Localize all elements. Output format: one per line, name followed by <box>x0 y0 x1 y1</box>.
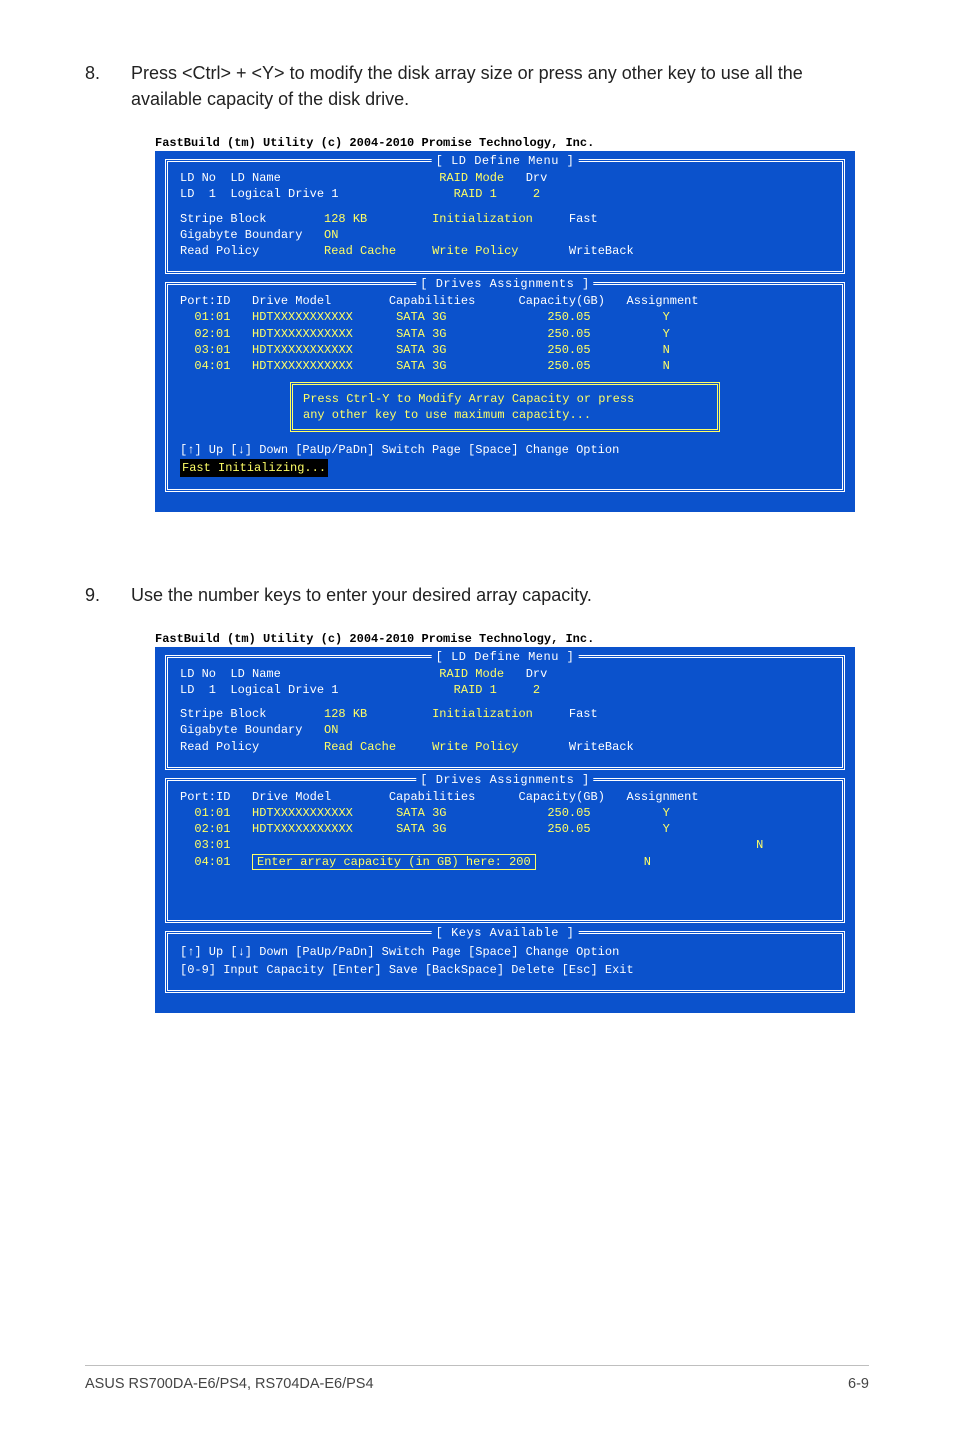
keys-box: Keys Available [↑] Up [↓] Down [PaUp/PaD… <box>165 931 845 993</box>
bios-block-9: FastBuild (tm) Utility (c) 2004-2010 Pro… <box>85 632 869 1013</box>
drive-row: 03:01 HDTXXXXXXXXXXX SATA 3G 250.05 N <box>180 342 830 358</box>
step-number: 8. <box>85 60 103 112</box>
gigabyte-boundary-row: Gigabyte Boundary ON <box>180 722 830 738</box>
drive-row: 01:01 HDTXXXXXXXXXXX SATA 3G 250.05 Y <box>180 309 830 325</box>
ld-define-box: LD Define Menu LD No LD Name RAID Mode D… <box>165 159 845 274</box>
status-initializing: Fast Initializing... <box>180 459 328 477</box>
modal-line2: any other key to use maximum capacity... <box>303 407 707 423</box>
instruction-step-8: 8. Press <Ctrl> + <Y> to modify the disk… <box>85 60 869 112</box>
box-title-define: LD Define Menu <box>432 153 579 169</box>
drive-row: 02:01 HDTXXXXXXXXXXX SATA 3G 250.05 Y <box>180 821 830 837</box>
ld-header-row: LD No LD Name RAID Mode Drv <box>180 170 830 186</box>
keys-line-2: [0-9] Input Capacity [Enter] Save [BackS… <box>180 962 830 978</box>
box-title-drives: Drives Assignments <box>416 276 593 292</box>
drives-header: Port:ID Drive Model Capabilities Capacit… <box>180 789 830 805</box>
bios-screen: LD Define Menu LD No LD Name RAID Mode D… <box>155 151 855 512</box>
footer-left: ASUS RS700DA-E6/PS4, RS704DA-E6/PS4 <box>85 1376 374 1392</box>
drive-row: 03:01 N <box>180 837 830 853</box>
footer-page: 6-9 <box>848 1376 869 1392</box>
keys-line: [↑] Up [↓] Down [PaUp/PaDn] Switch Page … <box>180 442 830 458</box>
ld-header-row: LD No LD Name RAID Mode Drv <box>180 666 830 682</box>
stripe-block-row: Stripe Block 128 KB Initialization Fast <box>180 211 830 227</box>
bios-block-8: FastBuild (tm) Utility (c) 2004-2010 Pro… <box>85 136 869 512</box>
bios-screen: LD Define Menu LD No LD Name RAID Mode D… <box>155 647 855 1013</box>
step-text: Press <Ctrl> + <Y> to modify the disk ar… <box>131 60 869 112</box>
box-title-drives: Drives Assignments <box>416 772 593 788</box>
page-footer: ASUS RS700DA-E6/PS4, RS704DA-E6/PS4 6-9 <box>85 1365 869 1392</box>
ld-row-1: LD 1 Logical Drive 1 RAID 1 2 <box>180 186 830 202</box>
box-title-define: LD Define Menu <box>432 649 579 665</box>
ld-define-box: LD Define Menu LD No LD Name RAID Mode D… <box>165 655 845 770</box>
read-policy-row: Read Policy Read Cache Write Policy Writ… <box>180 243 830 259</box>
modal-line1: Press Ctrl-Y to Modify Array Capacity or… <box>303 391 707 407</box>
bios-title: FastBuild (tm) Utility (c) 2004-2010 Pro… <box>155 136 869 150</box>
drive-row: 04:01 Enter array capacity (in GB) here:… <box>180 854 830 870</box>
drives-box: Drives Assignments Port:ID Drive Model C… <box>165 282 845 492</box>
capacity-input[interactable]: Enter array capacity (in GB) here: 200 <box>252 854 536 870</box>
read-policy-row: Read Policy Read Cache Write Policy Writ… <box>180 739 830 755</box>
step-text: Use the number keys to enter your desire… <box>131 582 869 608</box>
instruction-step-9: 9. Use the number keys to enter your des… <box>85 582 869 608</box>
drives-header: Port:ID Drive Model Capabilities Capacit… <box>180 293 830 309</box>
box-title-keys: Keys Available <box>432 925 579 941</box>
drive-row: 01:01 HDTXXXXXXXXXXX SATA 3G 250.05 Y <box>180 805 830 821</box>
ld-row-1: LD 1 Logical Drive 1 RAID 1 2 <box>180 682 830 698</box>
drive-row: 04:01 HDTXXXXXXXXXXX SATA 3G 250.05 N <box>180 358 830 374</box>
gigabyte-boundary-row: Gigabyte Boundary ON <box>180 227 830 243</box>
confirm-modal[interactable]: Press Ctrl-Y to Modify Array Capacity or… <box>290 382 720 432</box>
drives-box: Drives Assignments Port:ID Drive Model C… <box>165 778 845 923</box>
drive-row: 02:01 HDTXXXXXXXXXXX SATA 3G 250.05 Y <box>180 326 830 342</box>
bios-title: FastBuild (tm) Utility (c) 2004-2010 Pro… <box>155 632 869 646</box>
keys-line-1: [↑] Up [↓] Down [PaUp/PaDn] Switch Page … <box>180 944 830 960</box>
stripe-block-row: Stripe Block 128 KB Initialization Fast <box>180 706 830 722</box>
step-number: 9. <box>85 582 103 608</box>
